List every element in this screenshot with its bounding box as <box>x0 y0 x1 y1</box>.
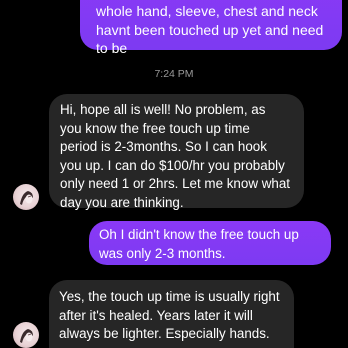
incoming-message-bubble[interactable]: Hi, hope all is well! No problem, as you… <box>49 94 304 210</box>
avatar[interactable] <box>13 184 39 210</box>
message-text: whole hand, sleeve, chest and neck havnt… <box>96 3 324 56</box>
incoming-message-bubble[interactable]: Yes, the touch up time is usually right … <box>49 280 294 348</box>
avatar[interactable] <box>13 322 39 348</box>
outgoing-message-bubble[interactable]: Oh I didn't know the free touch up was o… <box>89 221 331 265</box>
message-text: Yes, the touch up time is usually right … <box>59 289 280 341</box>
avatar-face-icon <box>20 329 33 343</box>
message-text: Oh I didn't know the free touch up was o… <box>99 227 299 261</box>
outgoing-message-bubble[interactable]: whole hand, sleeve, chest and neck havnt… <box>80 0 342 56</box>
avatar-face-icon <box>20 191 33 205</box>
message-text: Hi, hope all is well! No problem, as you… <box>60 102 291 210</box>
timestamp: 7:24 PM <box>154 68 194 80</box>
